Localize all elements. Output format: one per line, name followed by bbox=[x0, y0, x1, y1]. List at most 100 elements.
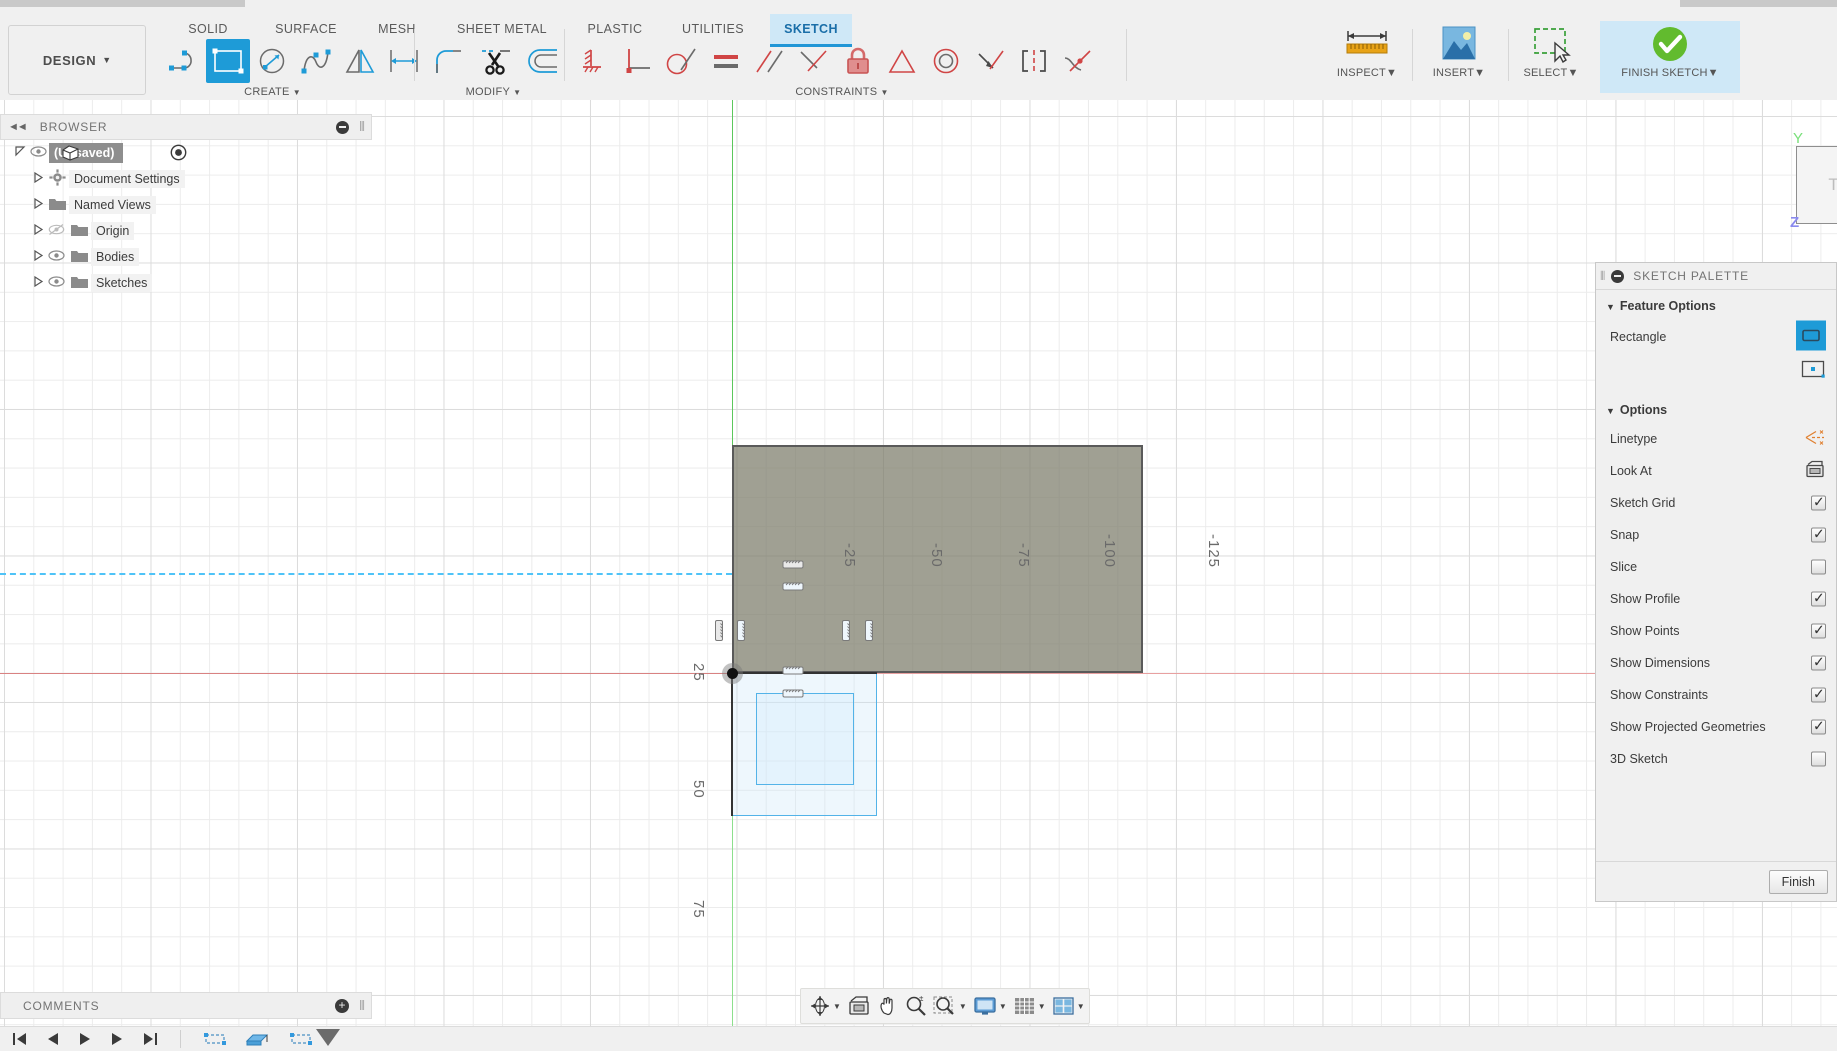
finish-sketch-button[interactable]: FINISH SKETCH▼ bbox=[1600, 21, 1740, 93]
browser-item-origin[interactable]: Origin bbox=[0, 218, 372, 244]
comments-panel[interactable]: COMMENTS + ⦀ bbox=[0, 992, 372, 1019]
show-dimensions-checkbox[interactable] bbox=[1811, 654, 1826, 671]
fillet-icon[interactable] bbox=[426, 39, 470, 83]
lock-fix-icon[interactable] bbox=[836, 39, 880, 83]
group-caption-modify[interactable]: MODIFY ▼ bbox=[426, 86, 561, 98]
jump-to-start-icon[interactable] bbox=[12, 1032, 28, 1046]
palette-row-show-profile[interactable]: Show Profile bbox=[1596, 583, 1836, 615]
panel-resize-grip[interactable]: ⦀ bbox=[359, 119, 365, 135]
rectangle-center-icon[interactable] bbox=[1801, 360, 1826, 383]
expand-triangle-icon[interactable] bbox=[32, 249, 45, 264]
palette-row-show-constraints[interactable]: Show Constraints bbox=[1596, 679, 1836, 711]
tangent-icon[interactable] bbox=[660, 39, 704, 83]
palette-menu-icon[interactable] bbox=[1611, 269, 1625, 283]
show-points-checkbox[interactable] bbox=[1811, 622, 1826, 639]
expand-triangle-icon[interactable] bbox=[32, 275, 45, 290]
linetype-icon[interactable] bbox=[1804, 428, 1826, 451]
concentric-icon[interactable] bbox=[924, 39, 968, 83]
coincident-constraint-glyph[interactable] bbox=[782, 688, 804, 699]
view-cube[interactable]: TO bbox=[1796, 146, 1837, 224]
sketch-origin-point[interactable] bbox=[727, 668, 738, 679]
collapse-left-icon[interactable]: ◄◄ bbox=[8, 121, 28, 133]
look-at-icon[interactable] bbox=[1804, 460, 1826, 483]
inspect-button[interactable]: INSPECT▼ bbox=[1328, 21, 1406, 93]
select-button[interactable]: SELECT▼ bbox=[1512, 21, 1590, 93]
two-point-rectangle-icon[interactable] bbox=[206, 39, 250, 83]
center-diameter-circle-icon[interactable] bbox=[250, 39, 294, 83]
palette-row-rectangle-center[interactable] bbox=[1596, 355, 1836, 387]
coincident-constraint-glyph[interactable] bbox=[782, 559, 804, 570]
palette-row-3d-sketch[interactable]: 3D Sketch bbox=[1596, 743, 1836, 775]
rectangle-top-edge[interactable] bbox=[732, 672, 877, 674]
palette-row-slice[interactable]: Slice bbox=[1596, 551, 1836, 583]
browser-item-unsaved[interactable]: (Unsaved) bbox=[0, 140, 372, 166]
sketch-feature-icon[interactable] bbox=[203, 1031, 227, 1047]
browser-item-bodies[interactable]: Bodies bbox=[0, 244, 372, 270]
show-profile-checkbox[interactable] bbox=[1811, 590, 1826, 607]
curvature-icon[interactable] bbox=[1056, 39, 1100, 83]
jump-to-end-icon[interactable] bbox=[142, 1032, 158, 1046]
eye-visible-icon[interactable] bbox=[27, 146, 49, 160]
insert-button[interactable]: INSERT▼ bbox=[1420, 21, 1498, 93]
workspace-selector[interactable]: DESIGN ▼ bbox=[8, 25, 146, 95]
browser-item-sketches[interactable]: Sketches bbox=[0, 270, 372, 296]
play-icon[interactable] bbox=[78, 1032, 92, 1046]
trim-icon[interactable] bbox=[474, 39, 518, 83]
palette-row-sketch-grid[interactable]: Sketch Grid bbox=[1596, 487, 1836, 519]
symmetry-icon[interactable] bbox=[1012, 39, 1056, 83]
palette-row-linetype[interactable]: Linetype bbox=[1596, 423, 1836, 455]
fix-ground-icon[interactable] bbox=[572, 39, 616, 83]
offset-icon[interactable] bbox=[522, 39, 566, 83]
3d-sketch-checkbox[interactable] bbox=[1811, 751, 1826, 767]
display-settings-button[interactable]: ▼ bbox=[971, 993, 1009, 1019]
palette-row-snap[interactable]: Snap bbox=[1596, 519, 1836, 551]
section-feature-options[interactable]: ▼ Feature Options bbox=[1596, 290, 1836, 319]
coincident-constraint-glyph[interactable] bbox=[782, 665, 804, 676]
sketch-feature-icon[interactable] bbox=[289, 1031, 313, 1047]
active-rectangle-inner-preview[interactable] bbox=[756, 693, 854, 785]
group-caption-create[interactable]: CREATE ▼ bbox=[160, 86, 385, 98]
orbit-button[interactable]: ▼ bbox=[807, 993, 843, 1019]
timeline-marker-icon[interactable] bbox=[315, 1028, 341, 1050]
palette-row-look-at[interactable]: Look At bbox=[1596, 455, 1836, 487]
line-icon[interactable] bbox=[162, 39, 206, 83]
expand-triangle-icon[interactable] bbox=[32, 223, 45, 238]
fit-point-spline-icon[interactable] bbox=[294, 39, 338, 83]
panel-resize-grip[interactable]: ⦀ bbox=[1600, 269, 1605, 284]
coincident-constraint-glyph[interactable] bbox=[841, 620, 852, 642]
expand-triangle-icon[interactable] bbox=[32, 197, 45, 212]
eye-visible-icon[interactable] bbox=[45, 276, 67, 290]
pan-hand-button[interactable] bbox=[875, 993, 901, 1019]
palette-row-show-dimensions[interactable]: Show Dimensions bbox=[1596, 647, 1836, 679]
activate-component-radio[interactable] bbox=[170, 144, 187, 164]
finish-button[interactable]: Finish bbox=[1768, 869, 1828, 894]
browser-item-document-settings[interactable]: Document Settings bbox=[0, 166, 372, 192]
expand-triangle-icon[interactable] bbox=[32, 171, 45, 186]
coincident-constraint-glyph[interactable] bbox=[714, 620, 725, 642]
eye-visible-icon[interactable] bbox=[45, 250, 67, 264]
add-comment-icon[interactable]: + bbox=[335, 998, 349, 1013]
look-at-button[interactable] bbox=[845, 993, 873, 1019]
horizontal-vertical-icon[interactable] bbox=[792, 39, 836, 83]
browser-item-named-views[interactable]: Named Views bbox=[0, 192, 372, 218]
parallel-icon[interactable] bbox=[748, 39, 792, 83]
show-constraints-checkbox[interactable] bbox=[1811, 686, 1826, 703]
zoom-button[interactable]: ± bbox=[903, 993, 929, 1019]
perpendicular-icon[interactable] bbox=[616, 39, 660, 83]
mirror-icon[interactable] bbox=[338, 39, 382, 83]
coincident-constraint-glyph[interactable] bbox=[782, 581, 804, 592]
palette-row-show-points[interactable]: Show Points bbox=[1596, 615, 1836, 647]
show-projected-geometries-checkbox[interactable] bbox=[1811, 718, 1826, 735]
coincident-constraint-glyph[interactable] bbox=[864, 620, 875, 642]
step-forward-icon[interactable] bbox=[110, 1032, 124, 1046]
coincident-constraint-glyph[interactable] bbox=[736, 620, 747, 642]
panel-resize-grip[interactable]: ⦀ bbox=[359, 998, 365, 1014]
eye-hidden-icon[interactable] bbox=[45, 223, 67, 239]
group-caption-constraints[interactable]: CONSTRAINTS ▼ bbox=[572, 86, 1112, 98]
section-options[interactable]: ▼ Options bbox=[1596, 387, 1836, 423]
extrude-feature-icon[interactable] bbox=[245, 1031, 271, 1047]
palette-row-show-projected-geometries[interactable]: Show Projected Geometries bbox=[1596, 711, 1836, 743]
expand-triangle-icon[interactable] bbox=[14, 146, 27, 160]
rectangle-left-edge[interactable] bbox=[731, 673, 733, 816]
sketch-grid-checkbox[interactable] bbox=[1811, 494, 1826, 511]
